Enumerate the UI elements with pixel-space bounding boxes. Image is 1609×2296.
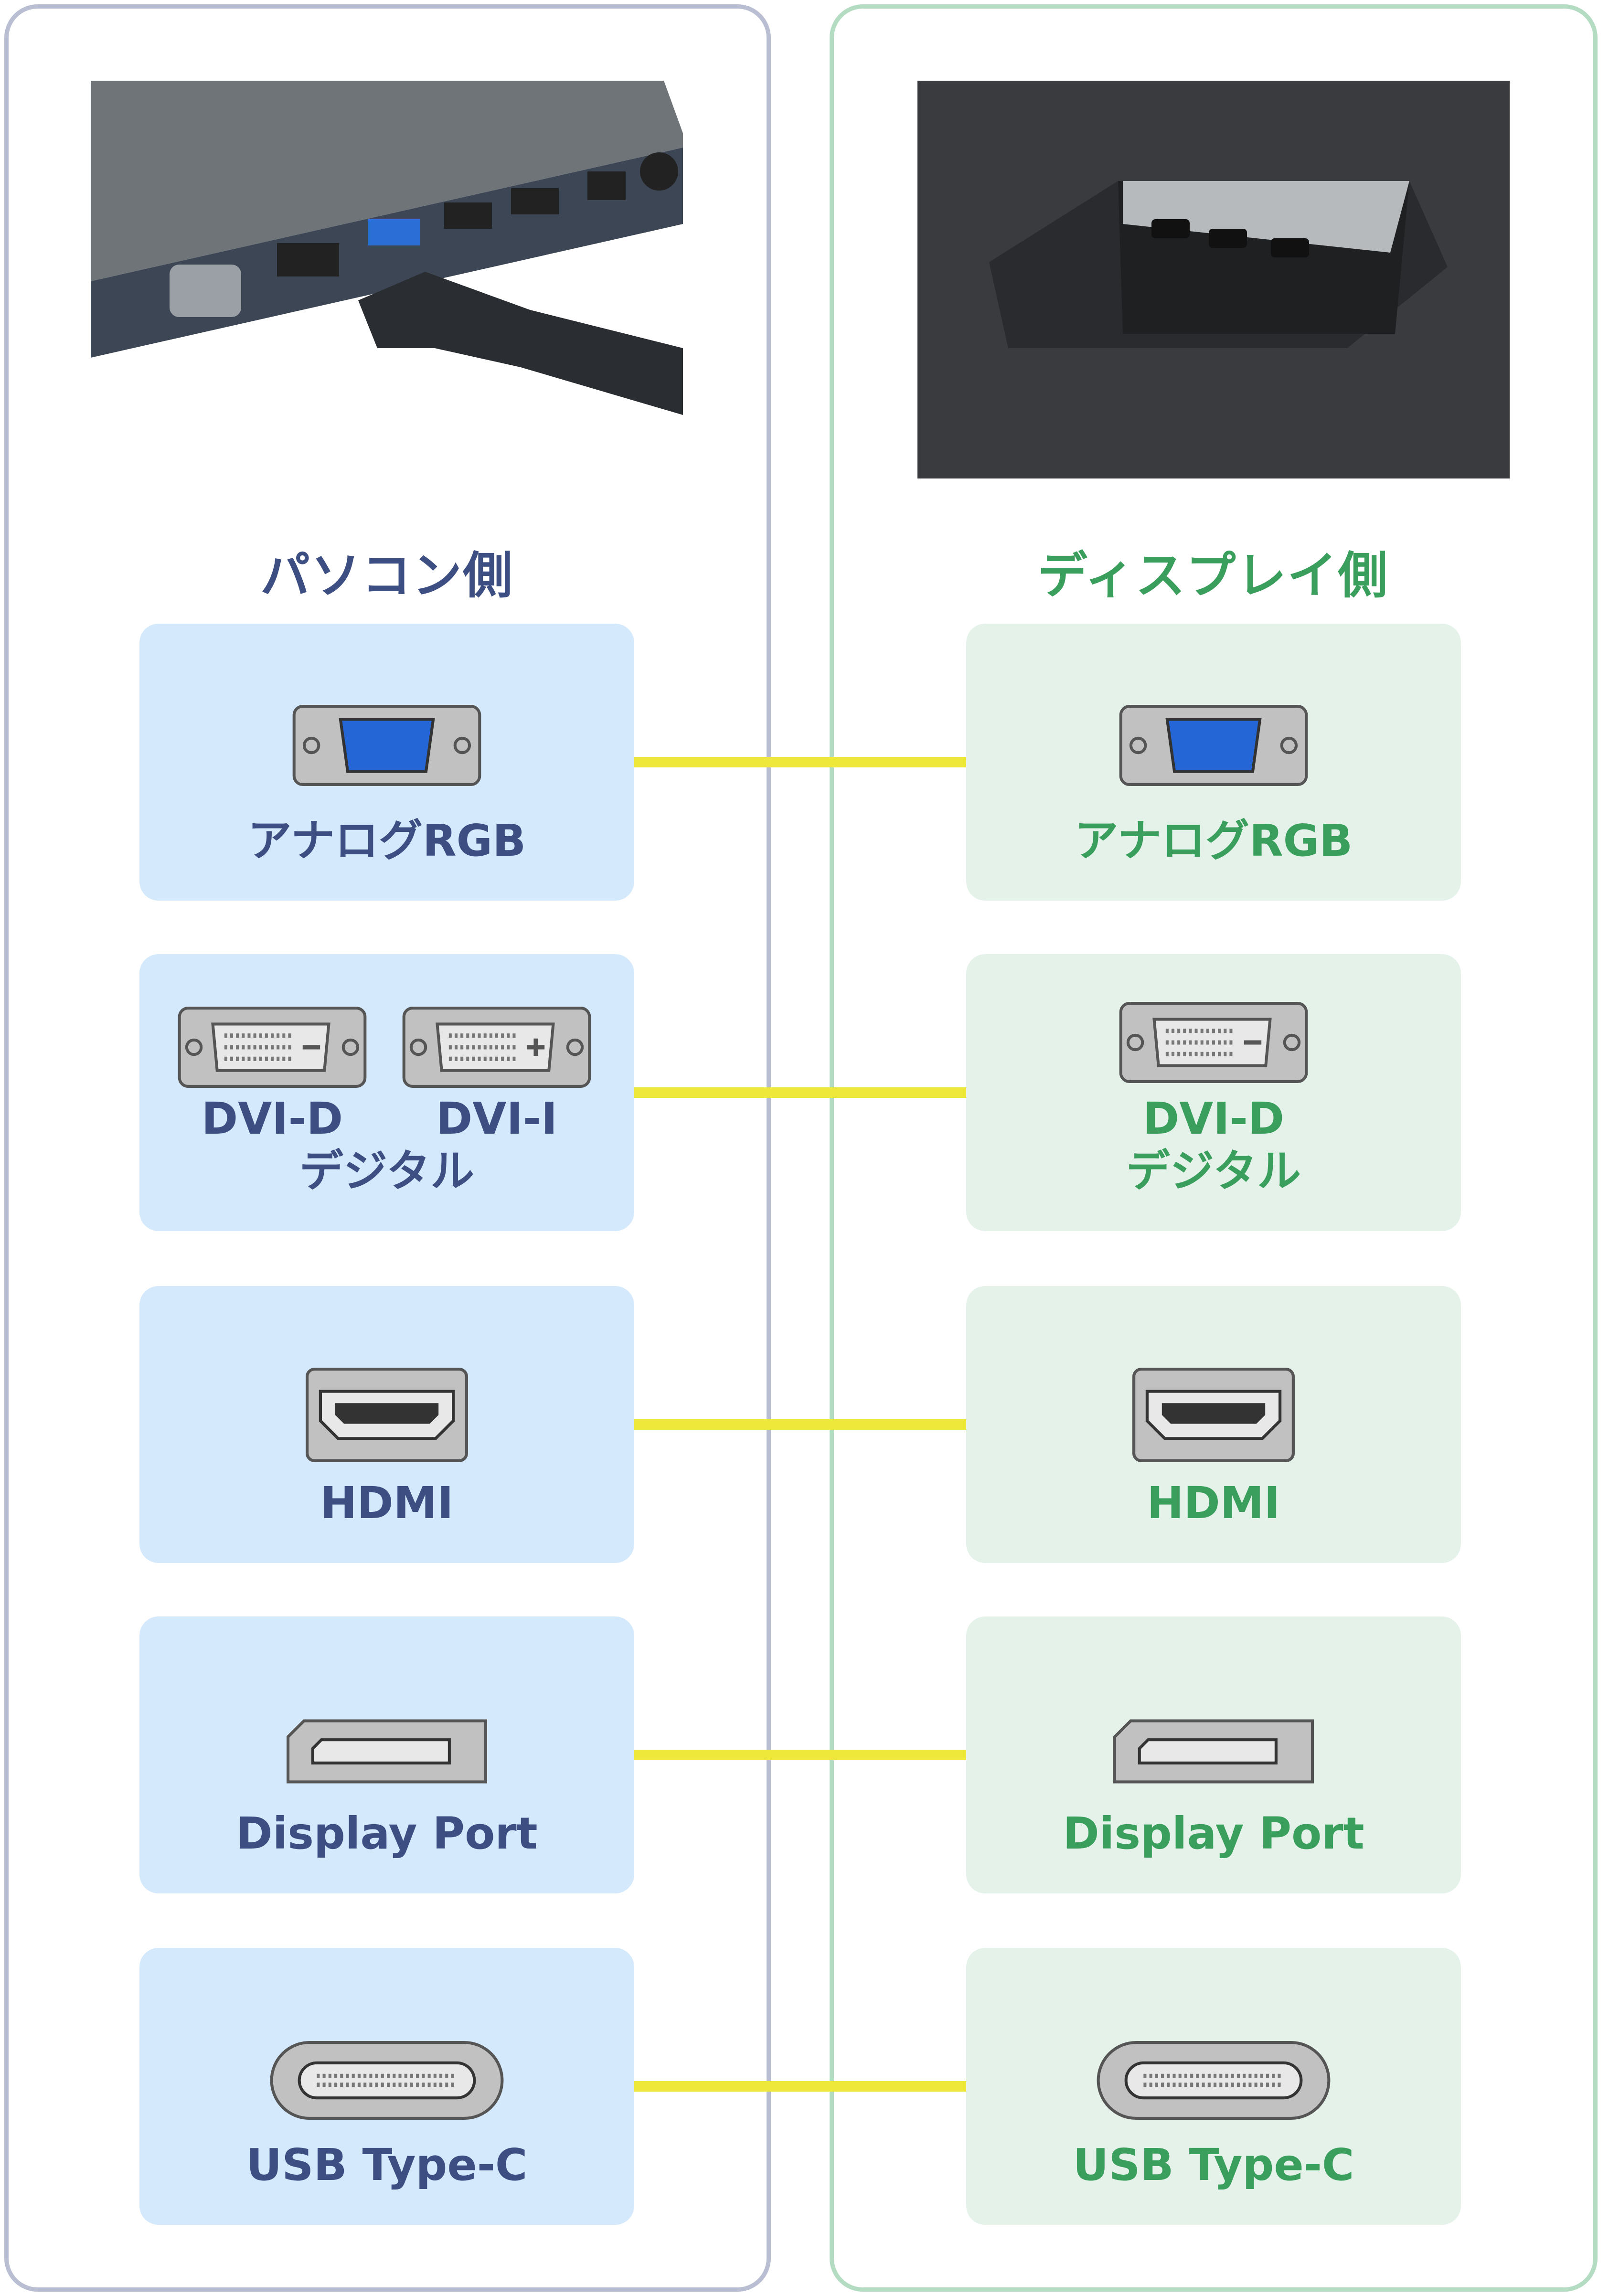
port-label: DVI-I — [436, 1093, 558, 1144]
right-port-hdmi: HDMI — [966, 1286, 1461, 1563]
usb-c-connector-icon — [1097, 2041, 1331, 2122]
pc-side-heading: パソコン側 — [260, 546, 513, 605]
left-port-usb-c: USB Type-C — [139, 1948, 634, 2225]
vga-connector-icon — [291, 705, 482, 788]
left-port-hdmi: HDMI — [139, 1286, 634, 1563]
port-label: デジタル — [1126, 1146, 1301, 1197]
vga-connector-icon — [1118, 705, 1309, 788]
dvi-i-connector-icon — [401, 1007, 592, 1090]
connection-line — [634, 1087, 966, 1098]
port-label: Display Port — [236, 1808, 538, 1859]
right-port-vga: アナログRGB — [966, 624, 1461, 901]
port-label: HDMI — [320, 1478, 454, 1529]
left-port-dvi-pair: DVI-D DVI-I デジタル — [139, 954, 634, 1231]
port-label: DVI-D — [1142, 1093, 1285, 1144]
hdmi-connector-icon — [306, 1367, 468, 1465]
displayport-connector-icon — [1113, 1719, 1314, 1786]
connection-line — [634, 2081, 966, 2092]
hdmi-connector-icon — [1132, 1367, 1295, 1465]
port-label: アナログRGB — [247, 815, 526, 866]
left-port-displayport: Display Port — [139, 1616, 634, 1893]
monitor-ports-photo — [917, 81, 1510, 478]
connection-line — [634, 1419, 966, 1430]
laptop-ports-photo — [91, 81, 683, 415]
right-port-dvi-d: DVI-D デジタル — [966, 954, 1461, 1231]
port-label: デジタル — [299, 1146, 475, 1197]
port-label: HDMI — [1147, 1478, 1280, 1529]
port-label: Display Port — [1063, 1808, 1364, 1859]
port-label: アナログRGB — [1074, 815, 1353, 866]
connection-line — [634, 1750, 966, 1760]
usb-c-connector-icon — [270, 2041, 504, 2122]
port-label: USB Type-C — [1073, 2139, 1354, 2190]
right-port-usb-c: USB Type-C — [966, 1948, 1461, 2225]
port-label: USB Type-C — [246, 2139, 528, 2190]
port-label: DVI-D — [201, 1093, 343, 1144]
display-side-heading: ディスプレイ側 — [1037, 546, 1389, 605]
dvi-d-connector-icon — [177, 1007, 368, 1090]
left-port-vga: アナログRGB — [139, 624, 634, 901]
connection-line — [634, 757, 966, 767]
displayport-connector-icon — [287, 1719, 487, 1786]
right-port-displayport: Display Port — [966, 1616, 1461, 1893]
dvi-d-connector-icon — [1118, 1002, 1309, 1085]
